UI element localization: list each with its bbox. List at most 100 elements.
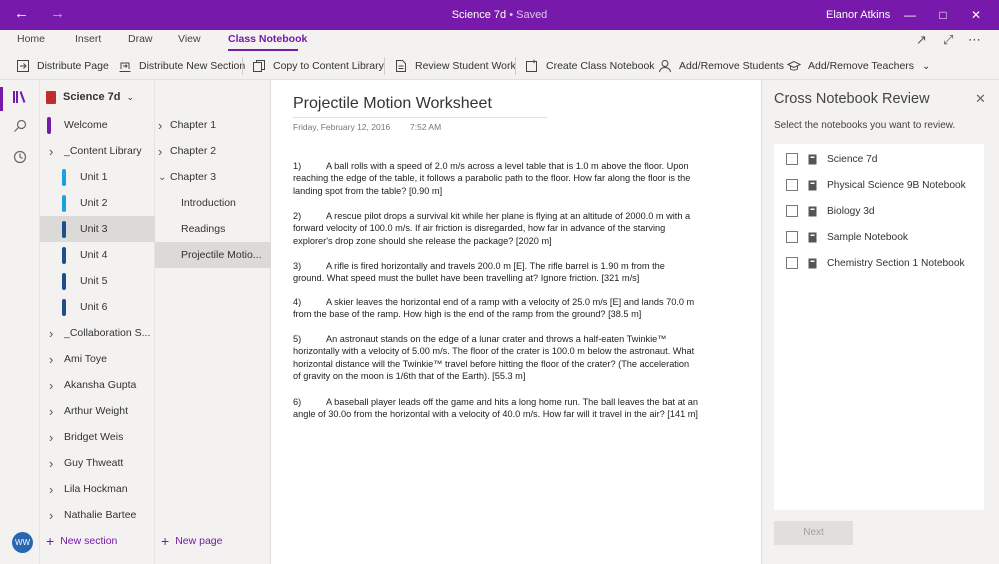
question-paragraph[interactable]: 5) An astronaut stands on the edge of a l… — [293, 333, 698, 383]
page-time: 7:52 AM — [410, 122, 442, 132]
close-icon[interactable]: ✕ — [975, 91, 986, 107]
section-item[interactable]: Unit 2 — [40, 190, 155, 216]
question-paragraph[interactable]: 4) A skier leaves the horizontal end of a… — [293, 296, 698, 321]
distribute-page-label: Distribute Page — [37, 60, 109, 72]
section-item[interactable]: Unit 5 — [40, 268, 155, 294]
question-number: 5) — [293, 334, 302, 344]
notebook-option[interactable]: Chemistry Section 1 Notebook — [786, 255, 965, 271]
page-label: Chapter 1 — [170, 119, 217, 131]
panel-instructions: Select the notebooks you want to review. — [774, 120, 956, 131]
notebook-option[interactable]: Physical Science 9B Notebook — [786, 177, 966, 193]
tab-class-notebook[interactable]: Class Notebook — [228, 33, 307, 45]
question-paragraph[interactable]: 6) A baseball player leads off the game a… — [293, 396, 698, 421]
section-group[interactable]: › Bridget Weis — [40, 424, 155, 450]
page-item[interactable]: Introduction — [155, 190, 271, 216]
add-remove-students-button[interactable]: Add/Remove Students — [658, 58, 784, 74]
search-icon[interactable] — [11, 119, 29, 137]
checkbox[interactable] — [786, 153, 798, 165]
class-notebook-ribbon: Distribute Page Distribute New Section C… — [0, 52, 999, 80]
user-avatar[interactable]: WW — [12, 532, 33, 553]
question-text: A baseball player leads off the game and… — [293, 397, 699, 420]
add-remove-teachers-button[interactable]: Add/Remove Teachers — [787, 58, 914, 74]
section-item[interactable]: Unit 1 — [40, 164, 155, 190]
page-item[interactable]: Readings — [155, 216, 271, 242]
new-page-button[interactable]: + New page — [161, 534, 223, 548]
chevron-right-icon: › — [158, 117, 163, 133]
chevron-right-icon: › — [158, 143, 163, 159]
distribute-section-button[interactable]: Distribute New Section — [118, 58, 245, 74]
checkbox[interactable] — [786, 231, 798, 243]
create-notebook-label: Create Class Notebook — [546, 60, 655, 72]
pages-pane: › Chapter 1 › Chapter 2 ⌄ Chapter 3 Introducti… — [155, 80, 271, 564]
share-icon[interactable]: ↗ — [916, 32, 927, 48]
tab-draw[interactable]: Draw — [128, 33, 153, 45]
maximize-icon[interactable]: □ — [928, 4, 958, 26]
tab-home[interactable]: Home — [17, 33, 45, 45]
question-paragraph[interactable]: 1) A ball rolls with a speed of 2.0 m/s a… — [293, 160, 698, 197]
question-paragraph[interactable]: 2) A rescue pilot drops a survival kit wh… — [293, 210, 698, 247]
review-student-work-button[interactable]: Review Student Work — [394, 58, 516, 74]
notebook-option[interactable]: Biology 3d — [786, 203, 875, 219]
notebook-switcher[interactable]: Science 7d ⌄ — [46, 88, 134, 106]
checkbox[interactable] — [786, 205, 798, 217]
review-work-label: Review Student Work — [415, 60, 516, 72]
tab-insert[interactable]: Insert — [75, 33, 101, 45]
notebook-option[interactable]: Science 7d — [786, 151, 877, 167]
question-paragraph[interactable]: 3) A rifle is fired horizontally and trav… — [293, 260, 698, 285]
add-students-label: Add/Remove Students — [679, 60, 785, 72]
page-label: Chapter 3 — [170, 171, 217, 183]
chevron-right-icon: › — [49, 481, 54, 497]
page-item[interactable]: Projectile Motio... — [155, 242, 271, 268]
chevron-right-icon: › — [49, 351, 54, 367]
signed-in-user[interactable]: Elanor Atkins — [826, 9, 890, 21]
section-label: Guy Thweatt — [64, 457, 124, 469]
question-text: A skier leaves the horizontal end of a r… — [293, 297, 695, 320]
notebook-icon — [808, 180, 827, 191]
page-label: Introduction — [181, 197, 236, 209]
page-title[interactable]: Projectile Motion Worksheet — [293, 95, 492, 113]
section-item[interactable]: Welcome — [40, 112, 155, 138]
checkbox[interactable] — [786, 257, 798, 269]
section-item[interactable]: Unit 3 — [40, 216, 155, 242]
page-canvas[interactable]: Projectile Motion Worksheet Friday, Febr… — [272, 80, 761, 564]
close-window-icon[interactable]: ✕ — [961, 4, 991, 26]
new-page-label: New page — [175, 535, 223, 547]
section-group[interactable]: › Guy Thweatt — [40, 450, 155, 476]
minimize-icon[interactable]: — — [895, 4, 925, 26]
recent-clock-icon[interactable] — [11, 150, 29, 168]
page-group[interactable]: ⌄ Chapter 3 — [155, 164, 271, 190]
notebooks-icon[interactable] — [11, 89, 29, 107]
notebook-option[interactable]: Sample Notebook — [786, 229, 908, 245]
checkbox[interactable] — [786, 179, 798, 191]
page-label: Projectile Motio... — [181, 249, 262, 261]
distribute-section-label: Distribute New Section — [139, 60, 246, 72]
section-group[interactable]: › Ami Toye — [40, 346, 155, 372]
ribbon-tabs: Home Insert Draw View Class Notebook ↗ ⤢… — [0, 30, 999, 52]
next-button[interactable]: Next — [774, 521, 853, 545]
question-number: 1) — [293, 161, 302, 171]
section-item[interactable]: Unit 6 — [40, 294, 155, 320]
distribute-page-button[interactable]: Distribute Page — [16, 58, 109, 74]
notebook-icon — [808, 154, 827, 165]
new-section-button[interactable]: + New section — [46, 534, 117, 548]
title-bar: ← → Science 7d • Saved Elanor Atkins — □… — [0, 0, 999, 30]
section-group[interactable]: › Lila Hockman — [40, 476, 155, 502]
more-options-icon[interactable]: ⋯ — [968, 32, 981, 48]
section-label: Unit 3 — [80, 223, 108, 235]
fullscreen-icon[interactable]: ⤢ — [943, 32, 953, 48]
section-color-tab — [62, 272, 66, 290]
notebook-option-label: Chemistry Section 1 Notebook — [827, 257, 965, 269]
section-group[interactable]: › Arthur Weight — [40, 398, 155, 424]
tab-view[interactable]: View — [178, 33, 201, 45]
section-group[interactable]: › Akansha Gupta — [40, 372, 155, 398]
create-class-notebook-button[interactable]: Create Class Notebook — [525, 58, 655, 74]
page-group[interactable]: › Chapter 2 — [155, 138, 271, 164]
question-number: 3) — [293, 261, 302, 271]
ribbon-overflow-chevron-icon[interactable]: ⌄ — [922, 58, 930, 74]
section-group[interactable]: › _Content Library — [40, 138, 155, 164]
copy-to-content-library-button[interactable]: Copy to Content Library — [252, 58, 384, 74]
page-group[interactable]: › Chapter 1 — [155, 112, 271, 138]
section-item[interactable]: Unit 4 — [40, 242, 155, 268]
section-group[interactable]: › Nathalie Bartee — [40, 502, 155, 528]
section-group[interactable]: › _Collaboration S... — [40, 320, 155, 346]
